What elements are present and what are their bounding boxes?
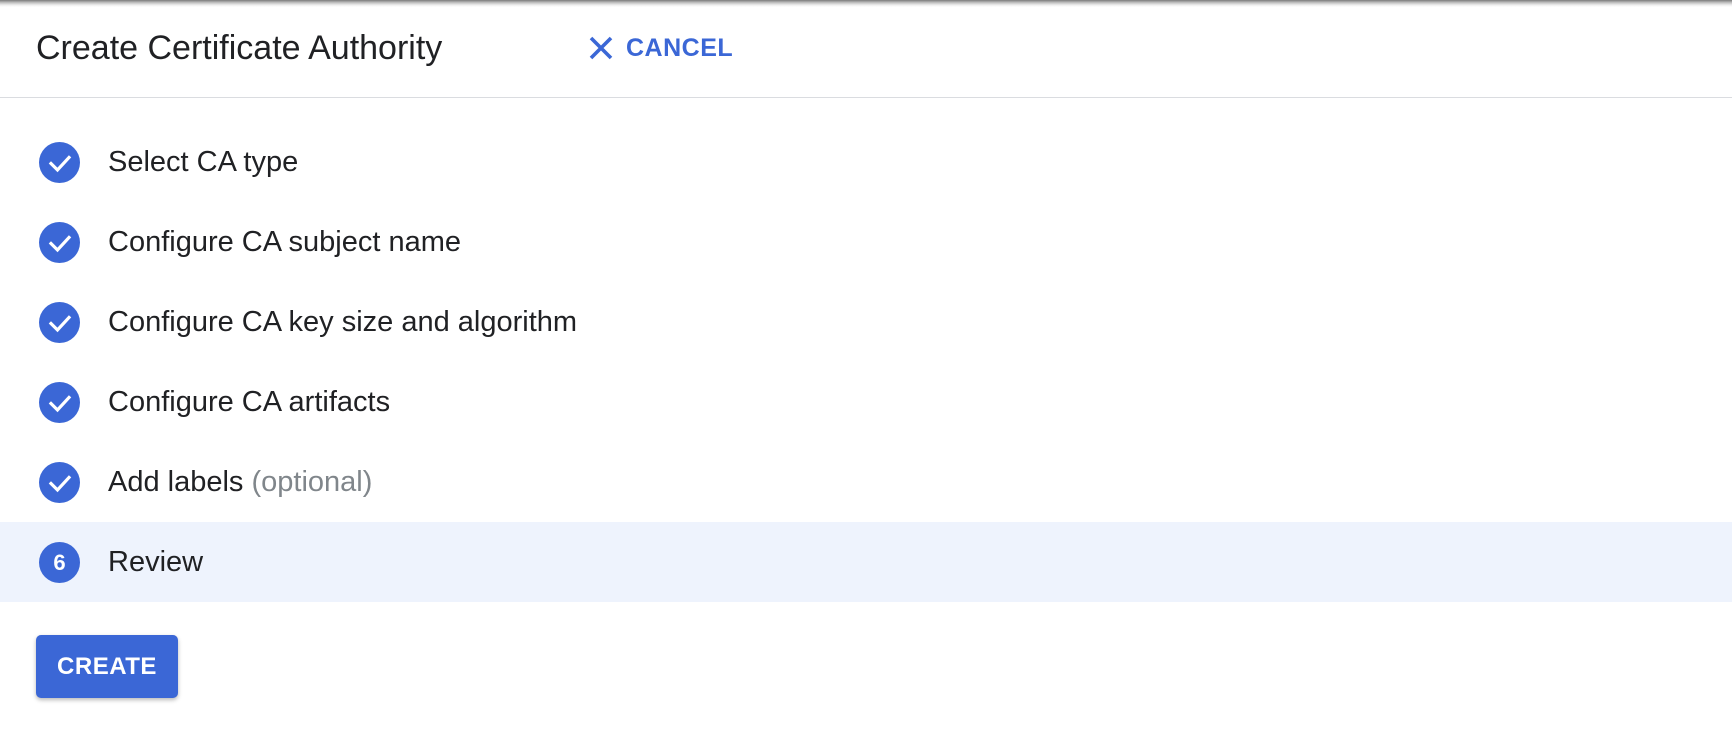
step-number-badge: 6 <box>39 542 80 583</box>
close-icon <box>588 35 614 61</box>
step-label-text: Select CA type <box>108 146 299 178</box>
cancel-button-label: CANCEL <box>626 33 734 62</box>
step-optional-hint: (optional) <box>251 466 373 498</box>
page-header: Create Certificate Authority CANCEL <box>0 0 1732 98</box>
create-button[interactable]: CREATE <box>36 635 178 698</box>
step-label-text: Review <box>108 546 204 578</box>
step-label-text: Configure CA artifacts <box>108 386 391 418</box>
step-label: Configure CA subject name <box>108 222 461 263</box>
step-label: Configure CA artifacts <box>108 382 390 423</box>
step-label: Add labels (optional) <box>108 462 372 503</box>
step-label: Review <box>108 542 203 583</box>
check-icon <box>39 462 80 503</box>
step-review[interactable]: 6 Review <box>0 522 1732 602</box>
step-label: Configure CA key size and algorithm <box>108 302 577 343</box>
step-label-text: Add labels <box>108 466 244 498</box>
step-configure-key-size[interactable]: Configure CA key size and algorithm <box>0 282 1732 362</box>
stepper: Select CA type Configure CA subject name… <box>0 122 1732 602</box>
step-configure-artifacts[interactable]: Configure CA artifacts <box>0 362 1732 442</box>
step-label-text: Configure CA key size and algorithm <box>108 306 578 338</box>
step-label: Select CA type <box>108 142 298 183</box>
step-add-labels[interactable]: Add labels (optional) <box>0 442 1732 522</box>
step-number: 6 <box>53 549 66 575</box>
check-icon <box>39 142 80 183</box>
check-icon <box>39 382 80 423</box>
step-select-ca-type[interactable]: Select CA type <box>0 122 1732 202</box>
page-title: Create Certificate Authority <box>36 29 443 67</box>
step-configure-subject-name[interactable]: Configure CA subject name <box>0 202 1732 282</box>
cancel-button[interactable]: CANCEL <box>588 26 733 70</box>
check-icon <box>39 222 80 263</box>
check-icon <box>39 302 80 343</box>
step-label-text: Configure CA subject name <box>108 226 462 258</box>
